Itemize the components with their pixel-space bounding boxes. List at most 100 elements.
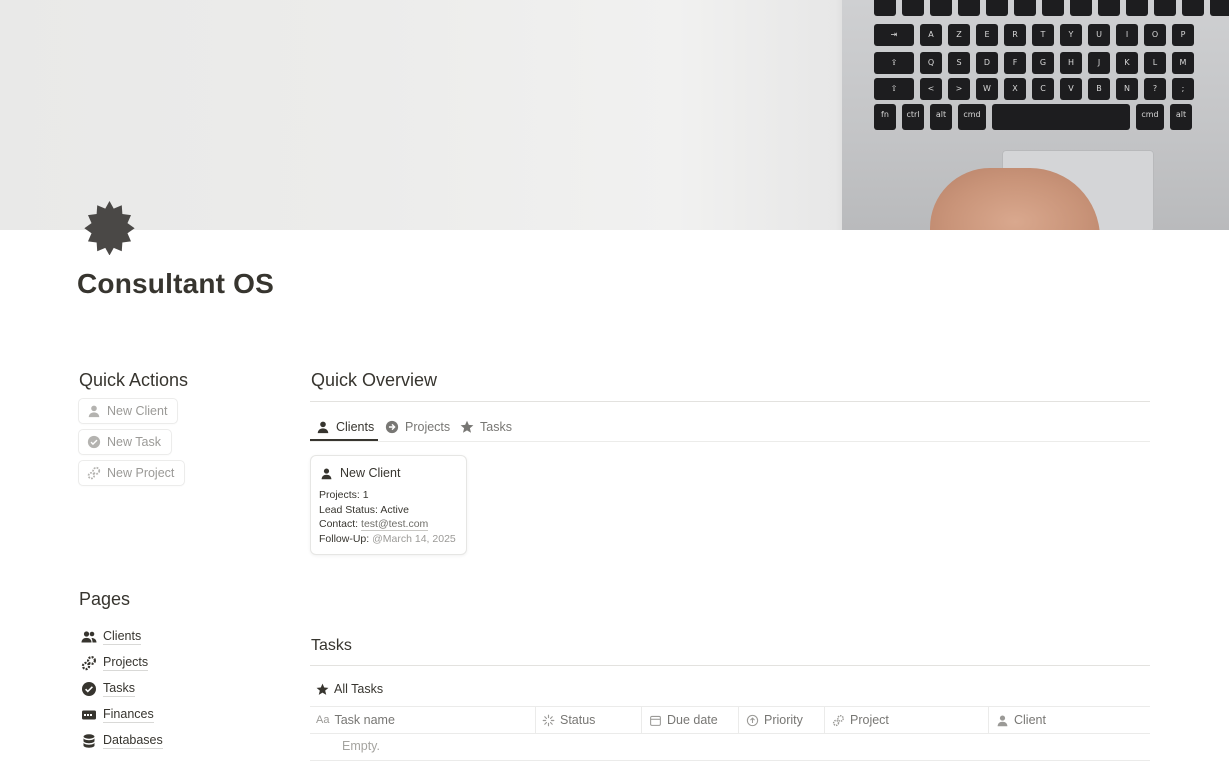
keyboard-key: Y [1060,24,1082,46]
column-label: Priority [764,713,803,727]
keyboard-key: H [1060,52,1082,74]
keyboard-key: > [948,78,970,100]
cover-image: ⇥ A Z E R T Y U I O P ⇪ Q S D F G H J K L M ⇧ < > W X C V B N?; fn ctrl a… [0,0,1229,230]
projects-value: 1 [362,489,369,501]
page-link-clients[interactable]: Clients [81,629,142,645]
page-link-projects[interactable]: Projects [81,655,149,671]
tab-label: Clients [336,420,375,434]
new-client-label: New Client [107,404,168,418]
keyboard-key: R [1004,24,1026,46]
calendar-icon [650,715,661,726]
keyboard-key: U [1088,24,1110,46]
column-label: Task name [334,713,395,727]
client-card[interactable]: New Client Projects: 1 Lead Status: Acti… [310,455,467,555]
tab-label: Tasks [480,420,512,434]
contact-email-link[interactable]: test@test.com [361,518,429,531]
status-spinner-icon [542,714,555,726]
page-link-databases[interactable]: Databases [81,733,163,749]
keyboard-key [1126,0,1148,16]
card-contact: Contact: test@test.com [319,518,429,531]
person-icon [317,421,329,434]
keyboard-key: W [976,78,998,100]
column-label: Client [1014,713,1046,727]
keyboard-key [1098,0,1120,16]
keyboard-key: N [1116,78,1138,100]
column-header-due-date[interactable]: Due date [643,707,738,733]
new-task-label: New Task [107,435,161,449]
people-icon [81,631,97,643]
keyboard-key [1154,0,1176,16]
person-icon [88,405,100,418]
keyboard-key: G [1032,52,1054,74]
tabs-divider [310,441,1150,442]
column-header-client[interactable]: Client [990,707,1150,733]
followup-date-text: March 14, 2025 [382,533,456,545]
keyboard-key: Z [948,24,970,46]
money-icon [82,710,96,720]
lead-status-value: Active [380,504,409,516]
keyboard-key: E [976,24,998,46]
page-link-tasks[interactable]: Tasks [81,681,135,697]
keyboard-key [902,0,924,16]
column-separator [641,707,642,734]
table-bottom-border [310,760,1150,761]
keyboard-key: cmd [958,104,986,130]
person-icon [997,714,1008,726]
new-project-button[interactable]: New Project [78,460,186,486]
keyboard-key [874,0,896,16]
keyboard-key: ? [1144,78,1166,100]
keyboard-key: alt [930,104,952,130]
tasks-divider [310,665,1150,666]
keyboard-key: C [1032,78,1054,100]
keyboard-key: < [920,78,942,100]
keyboard-key: P [1172,24,1194,46]
view-tab-all-tasks[interactable]: All Tasks [316,682,383,696]
keyboard-spacebar [992,104,1130,130]
starburst-badge-icon[interactable] [82,200,137,256]
keyboard-key: ⇧ [874,78,914,100]
tab-clients[interactable]: Clients [316,414,374,440]
database-icon [83,734,95,748]
keyboard-key [1014,0,1036,16]
page-link-label: Finances [103,707,154,723]
person-icon [321,467,332,479]
column-header-task-name[interactable]: Aa Task name [310,707,535,733]
text-aa-icon: Aa [316,714,330,726]
column-separator [738,707,739,734]
page-link-finances[interactable]: Finances [81,707,154,723]
column-header-priority[interactable]: Priority [740,707,825,733]
keyboard-key: X [1004,78,1026,100]
keyboard-key [1042,0,1064,16]
tab-tasks[interactable]: Tasks [460,414,512,440]
at-symbol: @ [372,533,383,545]
tab-projects[interactable]: Projects [385,414,450,440]
tasks-heading: Tasks [311,637,352,654]
table-header-border [310,733,1150,734]
page-link-label: Tasks [103,681,135,697]
keyboard-key: L [1144,52,1166,74]
keyboard-key: M [1172,52,1194,74]
keyboard-key: V [1060,78,1082,100]
keyboard-key: T [1032,24,1054,46]
keyboard-key: Q [920,52,942,74]
tab-label: Projects [405,420,451,434]
new-task-button[interactable]: New Task [78,429,172,455]
card-followup: Follow-Up: @March 14, 2025 [319,533,456,545]
card-projects: Projects: 1 [319,489,369,501]
contact-label: Contact: [319,518,359,530]
keyboard-key: alt [1170,104,1192,130]
keyboard-key [986,0,1008,16]
column-separator [824,707,825,734]
column-header-project[interactable]: Project [826,707,988,733]
column-header-status[interactable]: Status [536,707,641,733]
keyboard-key: ⇥ [874,24,914,46]
gears-icon [81,655,97,671]
check-circle-icon [82,682,96,696]
keyboard-key: O [1144,24,1166,46]
keyboard-key: S [948,52,970,74]
page-link-label: Projects [103,655,149,671]
quick-overview-heading: Quick Overview [311,370,438,390]
view-tab-label: All Tasks [334,682,384,696]
keyboard-key [930,0,952,16]
new-client-button[interactable]: New Client [78,398,179,424]
